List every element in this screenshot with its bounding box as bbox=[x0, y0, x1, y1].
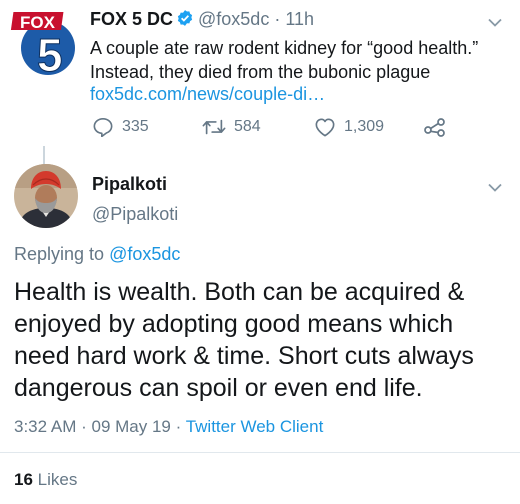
retweet-icon bbox=[202, 119, 226, 135]
reply-icon bbox=[93, 118, 113, 137]
replying-to-link[interactable]: @fox5dc bbox=[109, 244, 180, 264]
like-action[interactable]: 1,309 bbox=[314, 116, 384, 138]
header-separator: · bbox=[269, 9, 286, 29]
reply-display-name[interactable]: Pipalkoti bbox=[92, 174, 167, 195]
source-tweet-header: FOX 5 DC @fox5dc · 11h bbox=[90, 9, 314, 32]
source-handle[interactable]: @fox5dc bbox=[198, 9, 269, 29]
likes-label: Likes bbox=[37, 470, 78, 489]
divider bbox=[0, 452, 520, 453]
meta-separator-2: · bbox=[170, 417, 186, 436]
source-time[interactable]: 11h bbox=[285, 9, 314, 29]
fox5dc-avatar[interactable]: FOX 5 bbox=[10, 8, 78, 82]
likes-summary[interactable]: 16 Likes bbox=[14, 470, 77, 490]
reply-count: 335 bbox=[122, 118, 149, 135]
source-tweet-link[interactable]: fox5dc.com/news/couple-di… bbox=[90, 84, 325, 105]
verified-badge-icon bbox=[176, 9, 194, 32]
like-count: 1,309 bbox=[344, 118, 385, 135]
share-icon bbox=[424, 118, 445, 137]
reply-handle[interactable]: @Pipalkoti bbox=[92, 204, 178, 225]
reply-action[interactable]: 335 bbox=[92, 116, 149, 138]
like-icon bbox=[315, 118, 335, 137]
tweet-time[interactable]: 3:32 AM bbox=[14, 417, 76, 436]
retweet-count: 584 bbox=[234, 118, 261, 135]
fox-logo-number: 5 bbox=[37, 29, 63, 76]
replying-to-line: Replying to @fox5dc bbox=[14, 244, 180, 265]
meta-separator-1: · bbox=[76, 417, 92, 436]
tweet-date[interactable]: 09 May 19 bbox=[91, 417, 170, 436]
chevron-down-icon[interactable] bbox=[488, 15, 502, 33]
retweet-action[interactable]: 584 bbox=[202, 116, 261, 138]
tweet-meta: 3:32 AM · 09 May 19 · Twitter Web Client bbox=[14, 417, 323, 437]
replying-to-prefix: Replying to bbox=[14, 244, 110, 264]
reply-tweet-text: Health is wealth. Both can be acquired &… bbox=[14, 278, 474, 402]
reply-chevron-down-icon[interactable] bbox=[488, 180, 502, 198]
share-action[interactable] bbox=[424, 116, 454, 138]
tweet-client[interactable]: Twitter Web Client bbox=[186, 417, 324, 436]
likes-count: 16 bbox=[14, 470, 33, 489]
source-tweet-text: A couple ate raw rodent kidney for “good… bbox=[90, 38, 479, 82]
pipalkoti-avatar[interactable] bbox=[14, 164, 78, 228]
thread-connector-line bbox=[43, 146, 45, 164]
source-display-name[interactable]: FOX 5 DC bbox=[90, 9, 173, 29]
